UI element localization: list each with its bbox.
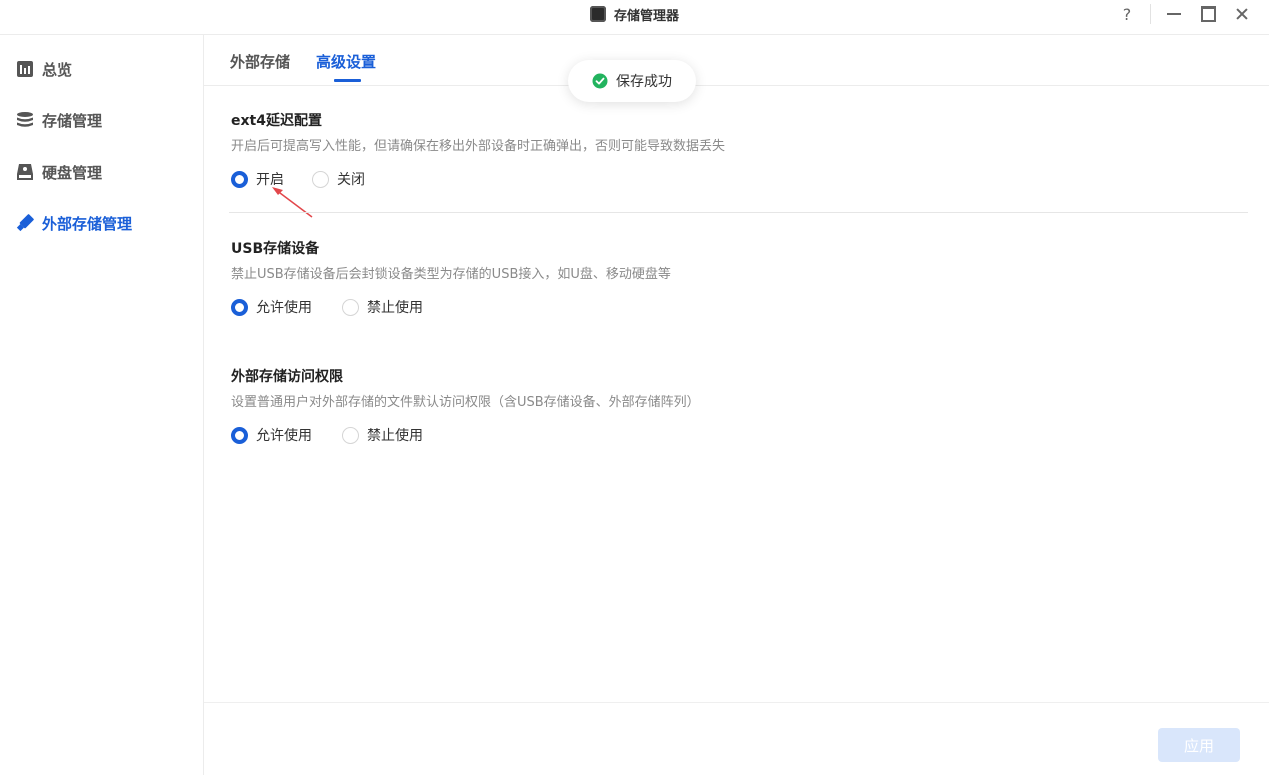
section-divider [229,212,1248,213]
maximize-icon [1200,6,1216,22]
sidebar-item-label: 总览 [42,60,73,79]
toast-message: 保存成功 [616,74,672,90]
radio-label: 关闭 [337,172,365,188]
tab-advanced-settings[interactable]: 高级设置 [316,51,376,72]
footer-divider [204,702,1269,703]
tab-external-storage[interactable]: 外部存储 [230,51,290,72]
minimize-icon [1167,13,1181,15]
radio-usb-allow[interactable]: 允许使用 [231,297,312,317]
section-desc-access: 设置普通用户对外部存储的文件默认访问权限（含USB存储设备、外部存储阵列） [231,395,700,410]
radio-label: 允许使用 [256,428,312,444]
apply-button[interactable]: 应用 [1158,728,1240,762]
radio-unchecked-icon [342,426,359,444]
radio-unchecked-icon [342,298,359,316]
check-circle-icon [592,73,608,89]
radio-access-deny[interactable]: 禁止使用 [342,425,423,445]
window-controls-divider [1150,4,1151,24]
save-success-toast: 保存成功 [568,60,696,102]
window-controls: ? [1110,0,1259,28]
radio-checked-icon [231,298,248,316]
section-title-access: 外部存储访问权限 [231,369,343,385]
section-title-usb: USB存储设备 [231,241,320,257]
minimize-button[interactable] [1157,0,1191,28]
section-desc-usb: 禁止USB存储设备后会封锁设备类型为存储的USB接入，如U盘、移动硬盘等 [231,267,671,282]
disk-icon [17,164,33,180]
database-icon [17,112,33,127]
sidebar-item-label: 硬盘管理 [42,163,103,182]
radio-label: 禁止使用 [367,300,423,316]
sidebar-item-label: 存储管理 [42,111,103,130]
window-title-group: 存储管理器 [0,0,1269,28]
sidebar-item-label: 外部存储管理 [42,214,133,233]
active-tab-indicator [334,79,361,82]
radio-checked-icon [231,426,248,444]
storage-manager-app-icon [589,6,606,22]
sidebar-item-storage[interactable]: 存储管理 [16,108,102,132]
sidebar: 总览 存储管理 硬盘管理 外部存储管理 [0,35,204,775]
radio-access-allow[interactable]: 允许使用 [231,425,312,445]
sidebar-item-external-storage[interactable]: 外部存储管理 [16,211,132,235]
help-icon: ? [1122,4,1132,24]
help-button[interactable]: ? [1110,0,1144,28]
sidebar-item-disk[interactable]: 硬盘管理 [16,160,102,184]
usb-drive-icon [16,214,34,232]
title-bar: 存储管理器 ? [0,0,1269,35]
maximize-button[interactable] [1191,0,1225,28]
window-title: 存储管理器 [613,8,679,24]
chart-icon [17,61,33,77]
radio-usb-deny[interactable]: 禁止使用 [342,297,423,317]
sidebar-item-overview[interactable]: 总览 [16,57,72,81]
tab-bar: 外部存储 高级设置 [204,35,1269,86]
radio-label: 禁止使用 [367,428,423,444]
close-button[interactable] [1225,0,1259,28]
close-icon [1235,7,1249,21]
radio-ext4-off[interactable]: 关闭 [312,169,365,189]
radio-checked-icon [231,170,248,188]
annotation-arrow-icon [272,187,313,218]
section-desc-ext4: 开启后可提高写入性能，但请确保在移出外部设备时正确弹出，否则可能导致数据丢失 [231,139,726,154]
radio-label: 允许使用 [256,300,312,316]
section-title-ext4: ext4延迟配置 [231,113,322,129]
